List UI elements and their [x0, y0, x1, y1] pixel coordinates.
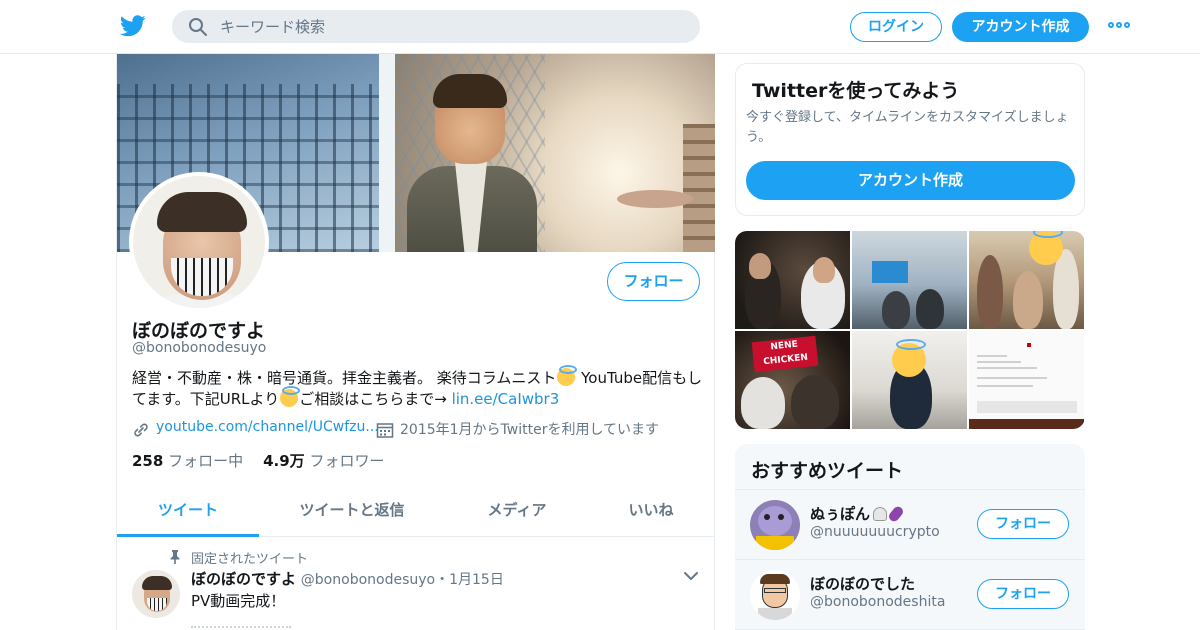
profile-tabs: ツイート ツイートと返信 メディア いいね: [117, 491, 715, 537]
smiling-halo-emoji-icon: [892, 339, 926, 377]
bio-link[interactable]: lin.ee/CaIwbr3: [452, 390, 560, 408]
profile-avatar[interactable]: [129, 172, 269, 312]
recommended-tweets-card: おすすめツイート ぬぅぽん @nuuuuuuucrypto フォロー ぼのぼので…: [735, 444, 1085, 630]
ghost-emoji-icon: [873, 507, 888, 521]
followers-count: 4.9万: [263, 452, 305, 470]
media-photo-grid: NENE CHICKEN: [735, 231, 1085, 429]
smiling-halo-emoji-icon: [557, 365, 578, 386]
tweet-text: PV動画完成！: [191, 592, 286, 610]
join-date: 2015年1月からTwitterを利用しています: [400, 422, 660, 438]
recommended-user-name[interactable]: ぼのぼのでした: [810, 573, 915, 594]
tab-tweets[interactable]: ツイート: [117, 491, 259, 537]
recommended-user-avatar[interactable]: [750, 570, 800, 620]
more-dots-icon[interactable]: [1108, 20, 1130, 32]
following-count: 258: [132, 452, 164, 470]
profile-name: ぼのぼのですよ: [132, 320, 266, 342]
search-input[interactable]: [220, 10, 680, 43]
tweet-date[interactable]: 1月15日: [449, 572, 504, 588]
recommended-user-handle[interactable]: @bonobonodeshita: [810, 594, 945, 610]
smiling-halo-emoji-icon: [280, 386, 301, 407]
pin-icon: [170, 550, 180, 564]
media-photo[interactable]: [852, 231, 967, 329]
profile-handle: @bonobonodesuyo: [132, 340, 267, 356]
following-stat[interactable]: 258 フォロー中: [132, 452, 243, 470]
media-sign-text: NENE CHICKEN: [751, 335, 819, 373]
recommended-follow-button[interactable]: フォロー: [977, 579, 1069, 609]
tweet-header: ぼのぼのですよ @bonobonodesuyo・1月15日: [191, 568, 504, 589]
recommended-user-handle[interactable]: @nuuuuuuucrypto: [810, 524, 940, 540]
signup-card-title: Twitterを使ってみよう: [752, 80, 960, 102]
twitter-bird-logo-icon[interactable]: [120, 14, 146, 38]
bio-text-3: ご相談はこちらまで→: [299, 390, 452, 408]
tweet-author-avatar[interactable]: [132, 570, 180, 618]
profile-meta: youtube.com/channel/UCwfzu... 2015年1月からT…: [132, 418, 712, 440]
recommended-user[interactable]: ぬぅぽん @nuuuuuuucrypto フォロー: [735, 490, 1085, 558]
pinned-tweet-label: 固定されたツイート: [191, 552, 309, 567]
signup-card-button[interactable]: アカウント作成: [746, 161, 1075, 200]
signup-prompt-card: Twitterを使ってみよう 今すぐ登録して、タイムラインをカスタマイズしましょ…: [735, 63, 1085, 216]
tab-likes[interactable]: いいね: [607, 491, 695, 537]
profile-website-link[interactable]: youtube.com/channel/UCwfzu...: [156, 419, 379, 435]
bio-text-1: 経営・不動産・株・暗号通貨。拝金主義者。 楽待コラムニスト: [132, 369, 557, 387]
tweet-author-handle[interactable]: @bonobonodesuyo: [301, 572, 435, 588]
chevron-down-icon[interactable]: [683, 570, 699, 582]
recommended-title: おすすめツイート: [751, 460, 904, 482]
signup-card-description: 今すぐ登録して、タイムラインをカスタマイズしましょう。: [746, 110, 1069, 145]
tab-media[interactable]: メディア: [469, 491, 565, 537]
follow-button[interactable]: フォロー: [607, 262, 700, 301]
media-photo[interactable]: [969, 231, 1084, 329]
media-photo[interactable]: [969, 331, 1084, 429]
top-navigation: ログイン アカウント作成: [0, 0, 1200, 54]
smiling-halo-emoji-icon: [1029, 231, 1063, 265]
profile-bio: 経営・不動産・株・暗号通貨。拝金主義者。 楽待コラムニスト YouTube配信も…: [132, 365, 707, 410]
tab-tweets-and-replies[interactable]: ツイートと返信: [279, 491, 425, 537]
recommended-user-avatar[interactable]: [750, 500, 800, 550]
recommended-user[interactable]: ぼのぼのでした @bonobonodeshita フォロー: [735, 560, 1085, 628]
tweet-separator: ・: [435, 572, 450, 588]
eggplant-emoji-icon: [887, 504, 905, 524]
search-box[interactable]: [172, 10, 700, 43]
followers-stat[interactable]: 4.9万 フォロワー: [263, 452, 384, 470]
recommended-user-name[interactable]: ぬぅぽん: [810, 503, 905, 524]
link-icon: [134, 423, 148, 437]
recommended-follow-button[interactable]: フォロー: [977, 509, 1069, 539]
media-photo[interactable]: [852, 331, 967, 429]
signup-button[interactable]: アカウント作成: [952, 12, 1089, 42]
tweet-continuation: [191, 626, 291, 630]
media-photo[interactable]: [735, 231, 850, 329]
calendar-icon: [376, 423, 394, 438]
profile-stats: 258 フォロー中 4.9万 フォロワー: [132, 450, 384, 471]
profile-column: フォロー ぼのぼのですよ @bonobonodesuyo 経営・不動産・株・暗号…: [116, 54, 715, 630]
media-photo[interactable]: NENE CHICKEN: [735, 331, 850, 429]
following-label: フォロー中: [168, 452, 244, 470]
tweet-author-name[interactable]: ぼのぼのですよ: [191, 570, 296, 588]
search-icon: [189, 18, 207, 36]
followers-label: フォロワー: [309, 452, 385, 470]
login-button[interactable]: ログイン: [850, 12, 942, 42]
